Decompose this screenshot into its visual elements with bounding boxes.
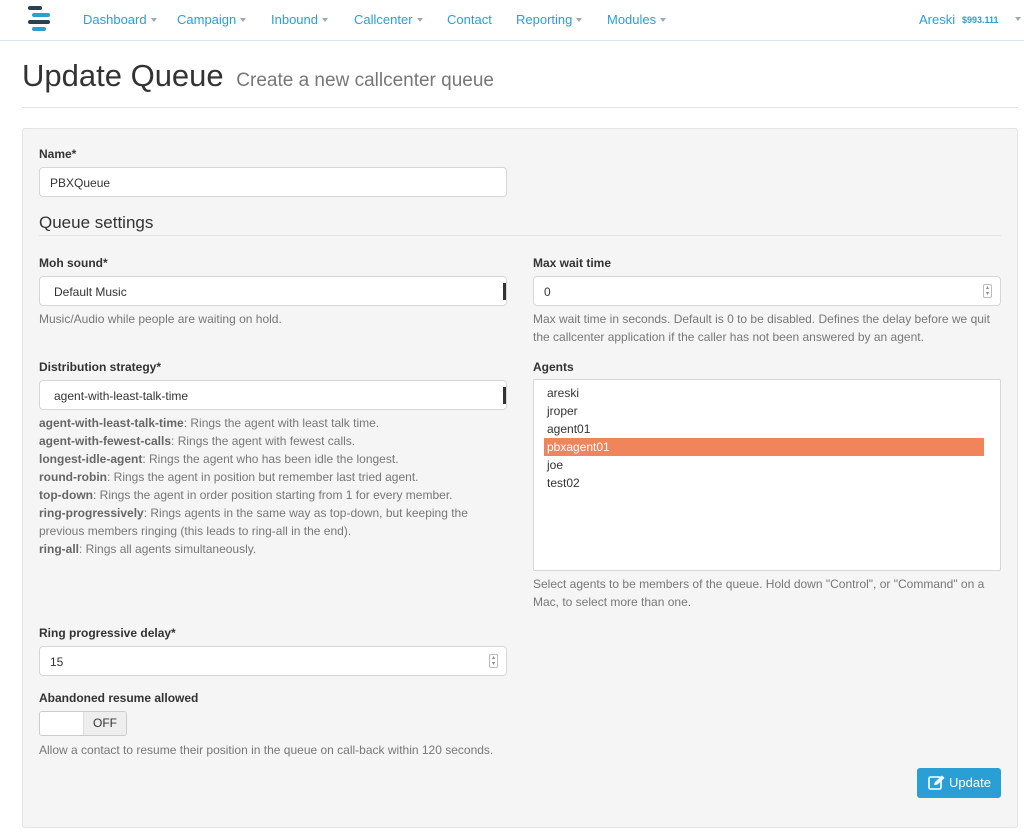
strategy-term: ring-all: [39, 542, 80, 556]
strategy-term: agent-with-least-talk-time: [39, 416, 184, 430]
strategy-help-line: agent-with-fewest-calls: Rings the agent…: [39, 432, 507, 450]
strategy-help: agent-with-least-talk-time: Rings the ag…: [39, 414, 507, 558]
select-handle-icon: [503, 387, 506, 404]
ring-delay-value: 15: [50, 655, 64, 669]
update-button[interactable]: Update: [917, 768, 1001, 798]
abandoned-help: Allow a contact to resume their position…: [39, 743, 494, 757]
max-wait-label: Max wait time: [533, 256, 612, 270]
strategy-description: : Rings the agent in order position star…: [92, 488, 453, 502]
agents-help: Select agents to be members of the queue…: [533, 577, 985, 609]
user-menu[interactable]: Areski: [919, 12, 955, 27]
strategy-help-line: ring-progressively: Rings agents in the …: [39, 504, 507, 540]
name-label: Name*: [39, 147, 77, 161]
strategy-term: longest-idle-agent: [39, 452, 143, 466]
number-spinner-icon[interactable]: ▴ ▾: [489, 654, 498, 668]
select-handle-icon: [503, 283, 506, 300]
strategy-help-line: round-robin: Rings the agent in position…: [39, 468, 507, 486]
balance-display: $993.111: [962, 15, 999, 25]
nav-item-contact[interactable]: Contact: [447, 12, 492, 27]
nav-item-campaign[interactable]: Campaign: [177, 12, 247, 27]
chevron-down-icon: [416, 17, 423, 22]
strategy-description: : Rings the agent with fewest calls.: [171, 434, 356, 448]
chevron-down-icon: [240, 17, 247, 22]
nav-item-label: Dashboard: [83, 12, 147, 27]
toggle-off-label: OFF: [84, 712, 126, 735]
moh-sound-select[interactable]: Default Music: [39, 276, 507, 306]
strategy-select[interactable]: agent-with-least-talk-time: [39, 380, 507, 410]
agent-option[interactable]: areski: [534, 384, 1000, 402]
agent-option[interactable]: pbxagent01: [544, 438, 984, 456]
nav-item-label: Contact: [447, 12, 492, 27]
chevron-down-icon: [322, 17, 328, 22]
number-spinner-icon[interactable]: ▴ ▾: [983, 284, 992, 298]
agent-option[interactable]: agent01: [534, 420, 1000, 438]
section-divider: [39, 235, 1001, 236]
page-subtitle: Create a new callcenter queue: [236, 70, 494, 91]
agent-option[interactable]: test02: [534, 474, 1000, 492]
ring-delay-input[interactable]: 15 ▴ ▾: [39, 646, 507, 676]
moh-sound-value: Default Music: [54, 285, 127, 299]
strategy-help-line: agent-with-least-talk-time: Rings the ag…: [39, 414, 507, 432]
nav-item-callcenter[interactable]: Callcenter: [354, 12, 423, 27]
abandoned-toggle[interactable]: OFF: [39, 711, 127, 736]
update-button-label: Update: [949, 775, 991, 790]
strategy-description: : Rings all agents simultaneously.: [79, 542, 257, 556]
agent-option[interactable]: jroper: [534, 402, 1000, 420]
nav-item-modules[interactable]: Modules: [607, 12, 667, 27]
strategy-help-line: top-down: Rings the agent in order posit…: [39, 486, 507, 504]
chevron-down-icon: [150, 17, 157, 22]
top-navbar: Dashboard Campaign Inbound Callcenter Contac…: [0, 0, 1024, 41]
moh-sound-help: Music/Audio while people are waiting on …: [39, 312, 282, 326]
strategy-term: ring-progressively: [39, 506, 144, 520]
nav-item-inbound[interactable]: Inbound: [271, 12, 328, 27]
edit-icon: [928, 775, 945, 790]
ring-delay-label: Ring progressive delay*: [39, 626, 176, 640]
header-divider: [22, 107, 1018, 108]
nav-item-label: Inbound: [271, 12, 318, 27]
nav-item-dashboard[interactable]: Dashboard: [83, 12, 157, 27]
strategy-description: : Rings the agent in position but rememb…: [106, 470, 419, 484]
app-logo[interactable]: [26, 4, 54, 36]
strategy-help-line: ring-all: Rings all agents simultaneousl…: [39, 540, 507, 558]
chevron-down-icon[interactable]: [1015, 17, 1021, 21]
nav-item-label: Modules: [607, 12, 657, 27]
strategy-help-line: longest-idle-agent: Rings the agent who …: [39, 450, 507, 468]
agents-multiselect[interactable]: areski jroper agent01 pbxagent01 joe test02: [533, 379, 1001, 571]
section-title-queue-settings: Queue settings: [39, 213, 154, 232]
agent-option[interactable]: joe: [534, 456, 1000, 474]
nav-item-reporting[interactable]: Reporting: [516, 12, 583, 27]
max-wait-input[interactable]: 0 ▴ ▾: [533, 276, 1001, 306]
strategy-term: top-down: [39, 488, 93, 502]
chevron-down-icon: [576, 17, 583, 22]
moh-sound-label: Moh sound*: [39, 256, 108, 270]
max-wait-help: Max wait time in seconds. Default is 0 t…: [533, 312, 990, 344]
toggle-knob: [40, 712, 84, 735]
agents-label: Agents: [533, 360, 574, 374]
queue-form-panel: Name* PBXQueue Queue settings Moh sound*…: [22, 128, 1018, 828]
strategy-term: round-robin: [39, 470, 107, 484]
nav-item-label: Callcenter: [354, 12, 413, 27]
strategy-label: Distribution strategy*: [39, 360, 162, 374]
chevron-down-icon: [660, 17, 667, 22]
page-title-text: Update Queue: [22, 58, 224, 93]
abandoned-label: Abandoned resume allowed: [39, 691, 199, 705]
page-title: Update Queue Create a new callcenter que…: [22, 58, 494, 94]
strategy-description: : Rings the agent who has been idle the …: [142, 452, 399, 466]
nav-item-label: Campaign: [177, 12, 237, 27]
nav-item-label: Reporting: [516, 12, 573, 27]
strategy-term: agent-with-fewest-calls: [39, 434, 172, 448]
strategy-description: : Rings the agent with least talk time.: [183, 416, 380, 430]
max-wait-value: 0: [544, 285, 551, 299]
name-input[interactable]: PBXQueue: [39, 167, 507, 197]
strategy-value: agent-with-least-talk-time: [54, 389, 189, 403]
